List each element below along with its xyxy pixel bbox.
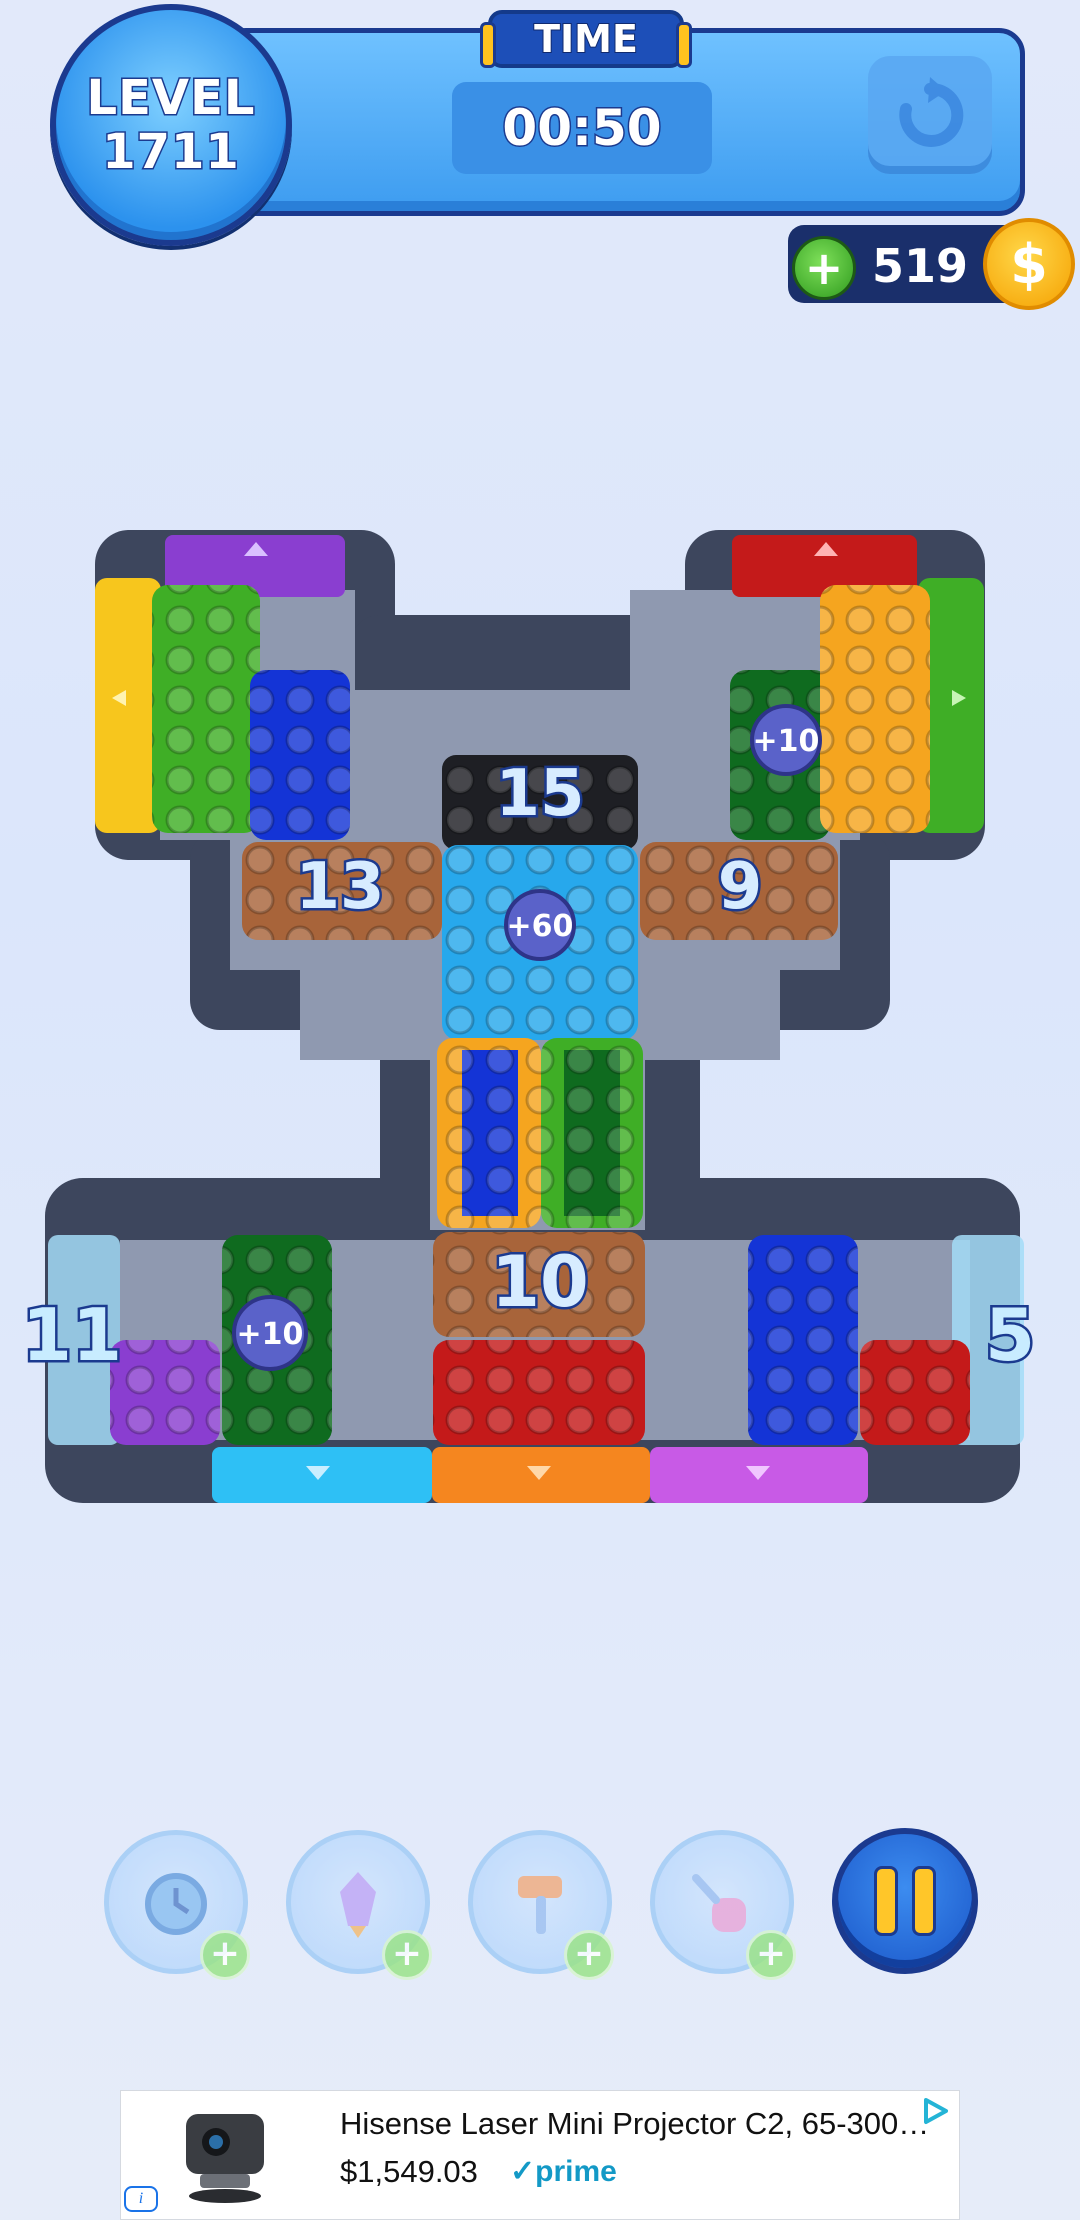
pause-icon xyxy=(912,1866,936,1936)
pause-button[interactable] xyxy=(832,1828,978,1974)
ad-choices-icon[interactable] xyxy=(920,2096,952,2126)
level-badge: LEVEL 1711 xyxy=(50,4,292,246)
prime-badge: ✓prime xyxy=(510,2155,617,2188)
block-red-bottom-center[interactable] xyxy=(433,1340,645,1445)
powerup-add-button[interactable]: + xyxy=(200,1930,250,1980)
level-number: 1711 xyxy=(101,124,241,181)
block-orange-tall-right[interactable] xyxy=(820,585,930,833)
restart-icon xyxy=(899,77,964,147)
block-red-bottom-right[interactable] xyxy=(860,1340,970,1445)
block-purple-bottom[interactable] xyxy=(110,1340,220,1445)
time-cap-left xyxy=(480,22,496,68)
block-counter-brown-left: 13 xyxy=(295,850,384,924)
game-board: +10 +60 +10 15 13 9 10 11 5 xyxy=(19,530,1038,1503)
block-counter-brown-right: 9 xyxy=(718,850,763,924)
coin-icon: $ xyxy=(983,218,1075,310)
time-bonus-token: +60 xyxy=(504,889,576,961)
ad-info-icon[interactable]: i xyxy=(124,2186,158,2212)
coin-add-button[interactable]: + xyxy=(792,236,856,300)
restart-button[interactable] xyxy=(868,56,992,174)
time-cap-right xyxy=(676,22,692,68)
timer-value: 00:50 xyxy=(501,98,663,159)
powerup-add-button[interactable]: + xyxy=(382,1930,432,1980)
block-green-tall-left[interactable] xyxy=(152,585,260,833)
exit-counter-left: 11 xyxy=(22,1293,122,1377)
svg-text:+10: +10 xyxy=(753,724,820,759)
svg-text:+10: +10 xyxy=(237,1317,304,1352)
ad-price: $1,549.03 xyxy=(340,2154,478,2189)
hammer-icon xyxy=(518,1876,562,1934)
timer-box: 00:50 xyxy=(452,82,712,174)
time-label: TIME xyxy=(533,16,639,62)
time-label-box: TIME xyxy=(480,10,692,68)
rocket-icon xyxy=(340,1872,376,1938)
ad-title[interactable]: Hisense Laser Mini Projector C2, 65-300… xyxy=(340,2106,940,2150)
projector-image xyxy=(186,2114,264,2203)
block-counter-black: 15 xyxy=(495,757,584,831)
exit-gate-yellow-left xyxy=(95,578,161,833)
block-counter-brown-bottom: 10 xyxy=(491,1241,588,1323)
vacuum-icon xyxy=(692,1874,746,1932)
powerup-add-button[interactable]: + xyxy=(746,1930,796,1980)
block-blue-left[interactable] xyxy=(250,670,350,840)
time-bonus-token: +10 xyxy=(750,704,822,776)
coin-value: 519 xyxy=(872,239,969,293)
svg-text:+60: +60 xyxy=(507,909,574,944)
level-label: LEVEL xyxy=(85,70,256,127)
pause-icon xyxy=(874,1866,898,1936)
freeze-clock-icon xyxy=(145,1873,207,1935)
plus-icon: + xyxy=(804,241,844,295)
block-orange-blue-tall[interactable] xyxy=(437,1038,541,1228)
block-blue-bottom-right[interactable] xyxy=(748,1235,858,1445)
powerup-add-button[interactable]: + xyxy=(564,1930,614,1980)
time-bonus-token: +10 xyxy=(232,1295,308,1371)
exit-counter-right: 5 xyxy=(985,1293,1035,1377)
block-green-dark-tall[interactable] xyxy=(541,1038,643,1228)
